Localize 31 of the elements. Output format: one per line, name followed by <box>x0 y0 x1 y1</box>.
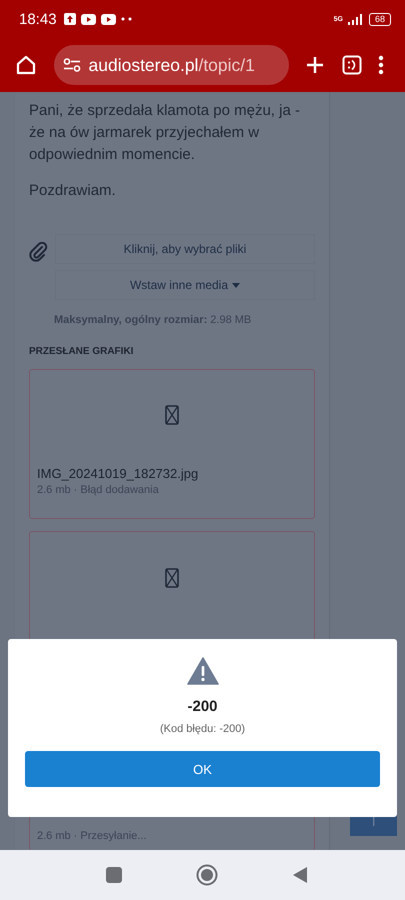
home-icon[interactable] <box>15 54 37 76</box>
caret-icon <box>232 282 240 288</box>
home-button-icon[interactable] <box>196 864 218 886</box>
post-text: Pani, że sprzedała klamota po mężu, ja - że na ów jarmarek przyjechałem w odpowiednim momencie. <box>29 101 301 165</box>
address-bar[interactable]: audiostereo.pl/topic/1 <box>54 45 288 85</box>
tabs-icon[interactable] <box>342 55 362 75</box>
signal-icon <box>348 14 364 24</box>
warning-icon <box>186 657 218 685</box>
choose-files-button[interactable]: Kliknij, aby wybrać pliki <box>55 234 315 264</box>
more-notifications-icon <box>120 17 133 21</box>
post-text: Pozdrawiam. <box>29 181 117 201</box>
battery-indicator: 68 <box>368 12 391 26</box>
site-settings-icon[interactable] <box>62 58 80 72</box>
recents-icon[interactable] <box>106 867 122 883</box>
paperclip-icon <box>29 242 49 262</box>
back-icon[interactable] <box>292 866 308 884</box>
insert-media-button[interactable]: Wstaw inne media <box>55 270 315 300</box>
dialog-message: (Kod błędu: -200) <box>160 723 245 735</box>
url-text: audiostereo.pl/topic/1 <box>88 54 255 76</box>
video-notification-icon <box>80 14 96 24</box>
clock: 18:43 <box>19 10 57 28</box>
broken-image-icon <box>165 405 179 425</box>
section-heading: PRZESŁANE GRAFIKI <box>29 346 134 357</box>
video-notification-icon <box>100 14 116 24</box>
dialog-title: -200 <box>187 698 218 715</box>
broken-image-icon <box>165 568 179 588</box>
menu-icon[interactable] <box>378 55 384 75</box>
new-tab-icon[interactable] <box>305 55 325 75</box>
upload-notification-icon <box>64 13 76 25</box>
ok-button[interactable]: OK <box>25 751 380 787</box>
file-name: IMG_20241019_182732.jpg <box>36 465 200 481</box>
